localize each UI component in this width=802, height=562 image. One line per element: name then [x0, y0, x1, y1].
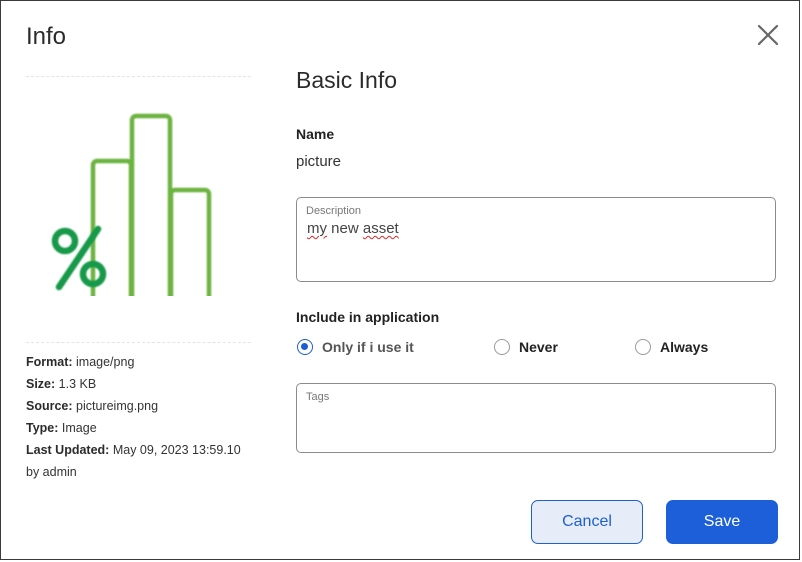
cancel-button[interactable]: Cancel [531, 500, 643, 544]
radio-unchecked-icon [635, 339, 651, 355]
meta-format-label: Format: [26, 355, 73, 369]
meta-updated-label: Last Updated: [26, 443, 110, 457]
radio-never[interactable]: Never [494, 337, 558, 357]
meta-format: Format: image/png [26, 351, 256, 373]
percent-bar-chart-icon [51, 113, 212, 319]
meta-source-value: pictureimg.png [76, 399, 159, 413]
meta-type-value: Image [61, 421, 97, 435]
dialog-title: Info [26, 23, 67, 50]
basic-info-heading: Basic Info [296, 67, 397, 93]
save-button[interactable]: Save [666, 500, 778, 544]
close-icon [757, 24, 779, 46]
description-value[interactable]: my new asset [307, 220, 399, 237]
meta-format-value: image/png [76, 355, 135, 369]
asset-metadata: Format: image/png Size: 1.3 KB Source: p… [26, 351, 256, 483]
include-label: Include in application [296, 309, 440, 325]
radio-unchecked-icon [494, 339, 510, 355]
meta-type-label: Type: [26, 421, 59, 435]
asset-thumbnail [46, 111, 226, 319]
name-label: Name [296, 126, 335, 142]
close-button[interactable] [755, 22, 781, 48]
tags-field[interactable]: Tags [296, 383, 776, 453]
info-dialog: Info Format: image/png Size: 1.3 KB Sour… [0, 0, 800, 560]
radio-always-label: Always [660, 339, 709, 355]
meta-size-value: 1.3 KB [58, 377, 97, 391]
description-word-2: new [331, 220, 359, 237]
radio-checked-icon [297, 339, 313, 355]
radio-always[interactable]: Always [635, 337, 708, 357]
description-label: Description [306, 205, 362, 217]
radio-only-if-used-label: Only if i use it [322, 339, 414, 355]
preview-bottom-divider [26, 342, 251, 343]
radio-only-if-used[interactable]: Only if i use it [297, 337, 414, 357]
meta-source: Source: pictureimg.png [26, 395, 256, 417]
meta-updated-value: May 09, 2023 13:59.10 [112, 443, 241, 457]
meta-size-label: Size: [26, 377, 56, 391]
radio-never-label: Never [519, 339, 558, 355]
meta-updated-by: by admin [26, 465, 77, 479]
name-value: picture [296, 153, 342, 170]
meta-type: Type: Image [26, 417, 256, 439]
preview-top-divider [26, 76, 251, 77]
meta-source-label: Source: [26, 399, 73, 413]
tags-label: Tags [306, 391, 330, 403]
description-word-3: asset [362, 220, 399, 237]
description-field[interactable]: Description my new asset [296, 197, 776, 282]
meta-size: Size: 1.3 KB [26, 373, 256, 395]
meta-last-updated: Last Updated: May 09, 2023 13:59.10 [26, 439, 256, 461]
description-word-1: my [307, 220, 327, 237]
asset-preview [26, 76, 251, 343]
